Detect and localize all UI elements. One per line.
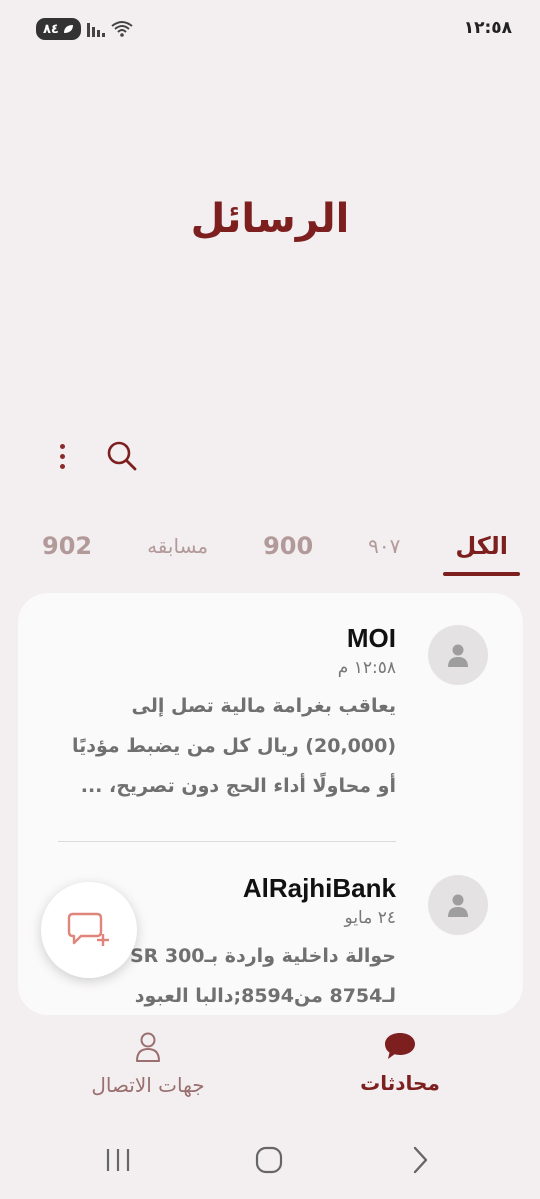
category-tabs: الكل ٩٠٧ 900 مسابقه 902	[30, 526, 520, 576]
status-bar: ٨٤ ١٢:٥٨	[0, 0, 540, 58]
signal-icon	[86, 21, 105, 37]
nav-contacts-label: جهات الاتصال	[91, 1073, 205, 1097]
status-time: ١٢:٥٨	[463, 18, 512, 38]
chat-bubble-icon	[385, 1033, 415, 1059]
person-icon	[448, 894, 468, 917]
nav-chats-label: محادثات	[360, 1071, 440, 1095]
battery-level: ٨٤	[43, 21, 59, 37]
avatar[interactable]	[428, 875, 488, 935]
new-chat-icon	[67, 912, 109, 946]
tab-competition[interactable]: مسابقه	[135, 526, 220, 576]
more-options-icon[interactable]	[50, 438, 74, 474]
preview-line: لـ8754 من8594;دالبا العبود	[134, 985, 396, 1007]
charging-leaf-icon	[63, 25, 73, 33]
wifi-icon	[111, 21, 133, 37]
battery-indicator: ٨٤	[36, 18, 81, 40]
recent-apps-icon[interactable]	[96, 1138, 140, 1182]
nav-chats[interactable]: محادثات	[300, 1031, 500, 1095]
divider	[58, 841, 396, 842]
message-time: ١٢:٥٨ م	[337, 658, 396, 678]
message-preview: يعاقب بغرامة مالية تصل إلى (20,000) ريال…	[56, 686, 396, 806]
page-title: الرسائل	[190, 196, 350, 242]
tab-900[interactable]: 900	[251, 526, 325, 576]
status-icons: ٨٤	[36, 18, 133, 40]
nav-contacts[interactable]: جهات الاتصال	[48, 1031, 248, 1097]
person-outline-icon	[136, 1032, 160, 1062]
new-conversation-button[interactable]	[41, 882, 137, 978]
search-icon[interactable]	[104, 438, 140, 474]
sender-name: MOI	[346, 623, 396, 653]
tab-902[interactable]: 902	[30, 526, 104, 576]
home-icon[interactable]	[247, 1138, 291, 1182]
preview-line: أو محاولًا أداء الحج دون تصريح، ...	[80, 775, 396, 797]
back-icon[interactable]	[398, 1138, 442, 1182]
system-navigation-bar	[0, 1130, 540, 1190]
avatar[interactable]	[428, 625, 488, 685]
bottom-navigation: محادثات جهات الاتصال	[0, 1025, 540, 1105]
conversation-item[interactable]: MOI ١٢:٥٨ م يعاقب بغرامة مالية تصل إلى (…	[18, 623, 523, 843]
preview-line: (20,000) ريال كل من يضبط مؤديًا	[72, 735, 396, 757]
person-icon	[448, 644, 468, 667]
tab-all[interactable]: الكل	[443, 526, 520, 576]
preview-line: يعاقب بغرامة مالية تصل إلى	[131, 695, 396, 717]
tab-907[interactable]: ٩٠٧	[356, 526, 412, 576]
